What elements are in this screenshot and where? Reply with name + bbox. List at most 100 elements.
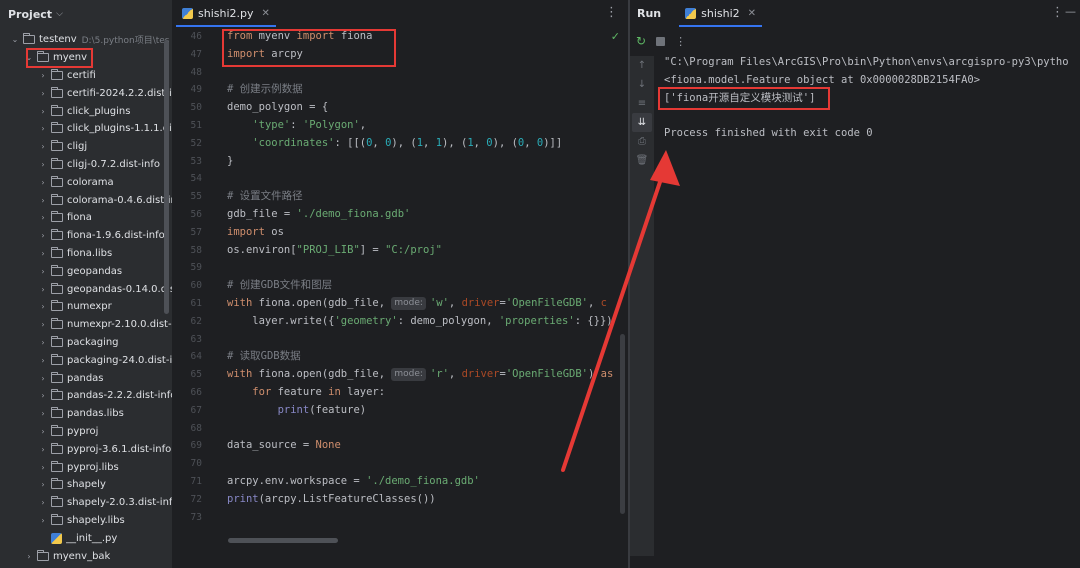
tree-item-myenv-bak[interactable]: › myenv_bak xyxy=(0,547,172,565)
close-icon[interactable]: ✕ xyxy=(262,8,270,19)
code-line[interactable] xyxy=(227,64,627,82)
chevron-down-icon[interactable]: ⌄ xyxy=(10,35,20,44)
code-area[interactable]: from myenv import fiona import arcpy # 创建示… xyxy=(227,28,627,526)
chevron-right-icon[interactable]: › xyxy=(38,302,48,311)
chevron-down-icon[interactable]: ⌄ xyxy=(24,53,34,62)
tree-item-colorama-0-4-6-dist-info[interactable]: › colorama-0.4.6.dist-info xyxy=(0,191,172,209)
tree-item-pyproj[interactable]: › pyproj xyxy=(0,423,172,441)
code-line[interactable]: with fiona.open(gdb_file, mode:'r', driv… xyxy=(227,366,627,384)
scroll-end-icon[interactable]: ⇊ xyxy=(632,113,652,132)
tree-item-cligj[interactable]: › cligj xyxy=(0,138,172,156)
tree-item-shapely-libs[interactable]: › shapely.libs xyxy=(0,512,172,530)
chevron-right-icon[interactable]: › xyxy=(38,374,48,383)
tree-item-pyproj-libs[interactable]: › pyproj.libs xyxy=(0,458,172,476)
code-line[interactable]: layer.write({'geometry': demo_polygon, '… xyxy=(227,313,627,331)
chevron-right-icon[interactable]: › xyxy=(38,463,48,472)
code-line[interactable] xyxy=(227,509,627,527)
up-icon[interactable]: ↑ xyxy=(630,56,654,75)
tree-item-numexpr-2-10-0-dist-info[interactable]: › numexpr-2.10.0.dist-info xyxy=(0,316,172,334)
code-line[interactable]: # 设置文件路径 xyxy=(227,188,627,206)
code-line[interactable]: for feature in layer: xyxy=(227,384,627,402)
code-line[interactable]: import os xyxy=(227,224,627,242)
code-line[interactable]: print(feature) xyxy=(227,402,627,420)
tree-item-fiona-1-9-6-dist-info[interactable]: › fiona-1.9.6.dist-info xyxy=(0,227,172,245)
chevron-right-icon[interactable]: › xyxy=(38,107,48,116)
trash-icon[interactable]: 🗑 xyxy=(630,151,654,170)
tree-item-packaging[interactable]: › packaging xyxy=(0,334,172,352)
code-line[interactable]: 'coordinates': [[(0, 0), (1, 1), (1, 0),… xyxy=(227,135,627,153)
code-line[interactable]: # 创建GDB文件和图层 xyxy=(227,277,627,295)
down-icon[interactable]: ↓ xyxy=(630,75,654,94)
tab-shishi2-py[interactable]: shishi2.py ✕ xyxy=(172,0,280,27)
close-icon[interactable]: ✕ xyxy=(748,8,756,19)
code-line[interactable]: 'type': 'Polygon', xyxy=(227,117,627,135)
code-line[interactable] xyxy=(227,259,627,277)
chevron-right-icon[interactable]: › xyxy=(38,196,48,205)
chevron-right-icon[interactable]: › xyxy=(38,89,48,98)
code-line[interactable]: os.environ["PROJ_LIB"] = "C:/proj" xyxy=(227,242,627,260)
chevron-right-icon[interactable]: › xyxy=(38,480,48,489)
chevron-right-icon[interactable]: › xyxy=(38,71,48,80)
tree-item-myenv[interactable]: ⌄ myenv xyxy=(0,49,172,67)
code-line[interactable] xyxy=(227,170,627,188)
chevron-right-icon[interactable]: › xyxy=(38,267,48,276)
tree-item-shapely-2-0-3-dist-info[interactable]: › shapely-2.0.3.dist-info xyxy=(0,494,172,512)
chevron-right-icon[interactable]: › xyxy=(38,320,48,329)
code-line[interactable]: demo_polygon = { xyxy=(227,99,627,117)
tree-item-testenv[interactable]: ⌄ testenv D:\5.python项目\tes xyxy=(0,31,172,49)
chevron-right-icon[interactable]: › xyxy=(38,409,48,418)
tree-item-geopandas-0-14-0-dist-info[interactable]: › geopandas-0.14.0.dist-info xyxy=(0,280,172,298)
chevron-right-icon[interactable]: › xyxy=(38,213,48,222)
tree-item-fiona-libs[interactable]: › fiona.libs xyxy=(0,245,172,263)
chevron-right-icon[interactable]: › xyxy=(38,356,48,365)
more-icon[interactable]: ⋮ xyxy=(605,5,618,20)
chevron-down-icon[interactable]: ⌵ xyxy=(56,9,63,19)
tree-item-certifi[interactable]: › certifi xyxy=(0,67,172,85)
tab-run-shishi2[interactable]: shishi2 ✕ xyxy=(675,0,766,27)
more-icon[interactable]: ⋮ xyxy=(675,35,686,48)
minimize-icon[interactable]: — xyxy=(1065,5,1076,18)
code-line[interactable]: gdb_file = './demo_fiona.gdb' xyxy=(227,206,627,224)
chevron-right-icon[interactable]: › xyxy=(38,498,48,507)
code-line[interactable]: with fiona.open(gdb_file, mode:'w', driv… xyxy=(227,295,627,313)
tree-item-numexpr[interactable]: › numexpr xyxy=(0,298,172,316)
chevron-right-icon[interactable]: › xyxy=(38,445,48,454)
chevron-right-icon[interactable]: › xyxy=(38,516,48,525)
code-line[interactable]: from myenv import fiona xyxy=(227,28,627,46)
tree-item-pandas[interactable]: › pandas xyxy=(0,369,172,387)
tree-item-click-plugins-1-1-1-dist[interactable]: › click_plugins-1.1.1.dist- xyxy=(0,120,172,138)
tree-item-click-plugins[interactable]: › click_plugins xyxy=(0,102,172,120)
chevron-right-icon[interactable]: › xyxy=(38,338,48,347)
tree-item-cligj-0-7-2-dist-info[interactable]: › cligj-0.7.2.dist-info xyxy=(0,156,172,174)
tree-item-geopandas[interactable]: › geopandas xyxy=(0,262,172,280)
code-line[interactable] xyxy=(227,420,627,438)
stop-icon[interactable] xyxy=(656,36,666,46)
rerun-icon[interactable]: ↻ xyxy=(636,34,646,48)
tree-scrollbar[interactable] xyxy=(164,40,169,314)
code-line[interactable]: arcpy.env.workspace = './demo_fiona.gdb' xyxy=(227,473,627,491)
chevron-right-icon[interactable]: › xyxy=(38,160,48,169)
code-line[interactable]: print(arcpy.ListFeatureClasses()) xyxy=(227,491,627,509)
code-line[interactable]: # 创建示例数据 xyxy=(227,81,627,99)
tree-item-fiona[interactable]: › fiona xyxy=(0,209,172,227)
code-line[interactable]: data_source = None xyxy=(227,437,627,455)
chevron-right-icon[interactable]: › xyxy=(38,427,48,436)
editor-horizontal-scrollbar[interactable] xyxy=(228,538,338,543)
chevron-right-icon[interactable]: › xyxy=(24,552,34,561)
tree-item-packaging-24-0-dist-info[interactable]: › packaging-24.0.dist-info xyxy=(0,351,172,369)
tree-item-pandas-2-2-2-dist-info[interactable]: › pandas-2.2.2.dist-info xyxy=(0,387,172,405)
chevron-right-icon[interactable]: › xyxy=(38,142,48,151)
chevron-right-icon[interactable]: › xyxy=(38,178,48,187)
tree-item-pandas-libs[interactable]: › pandas.libs xyxy=(0,405,172,423)
tree-item-shapely[interactable]: › shapely xyxy=(0,476,172,494)
tree-item-init-py[interactable]: __init__.py xyxy=(0,529,172,547)
editor-vertical-scrollbar[interactable] xyxy=(620,334,625,514)
code-line[interactable]: # 读取GDB数据 xyxy=(227,348,627,366)
code-line[interactable] xyxy=(227,455,627,473)
code-line[interactable]: import arcpy xyxy=(227,46,627,64)
more-icon[interactable]: ⋮ xyxy=(1051,5,1064,20)
chevron-right-icon[interactable]: › xyxy=(38,285,48,294)
print-icon[interactable]: ⎙ xyxy=(630,132,654,151)
project-title[interactable]: Project xyxy=(8,8,52,21)
project-header[interactable]: Project ⌵ xyxy=(0,0,172,28)
